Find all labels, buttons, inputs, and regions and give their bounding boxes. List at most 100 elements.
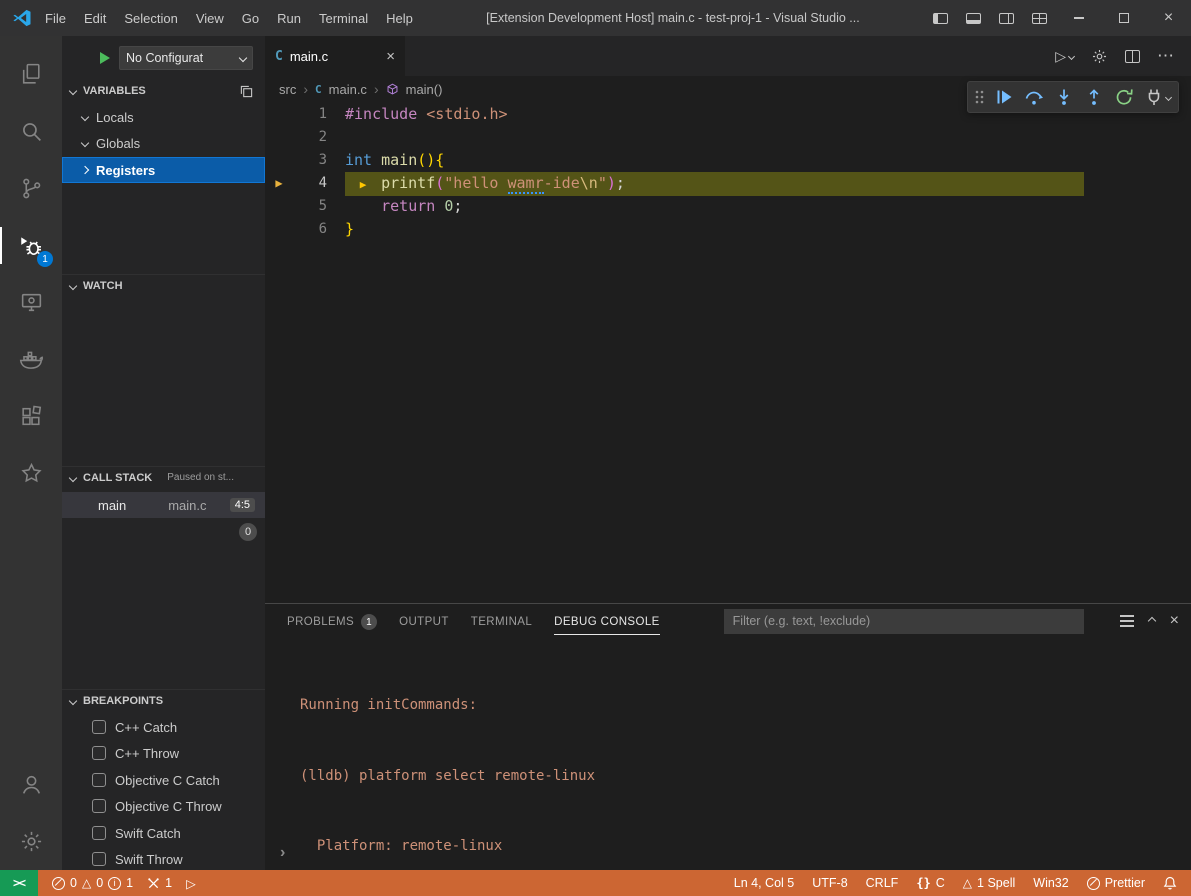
remote-indicator[interactable]: >< [0,870,38,896]
notifications-status[interactable] [1163,876,1177,890]
menu-go[interactable]: Go [233,7,268,30]
platform-status[interactable]: Win32 [1033,876,1068,890]
step-over-button[interactable] [1024,87,1044,107]
code-line-2[interactable]: 2 [265,126,1191,149]
breadcrumb-file[interactable]: main.c [329,82,367,97]
inline-breakpoint-icon[interactable]: ▶ [354,173,372,196]
close-window-button[interactable]: × [1146,0,1191,36]
code-line-4-current[interactable]: ▶ 4 ▶ printf("hello wamr-ide\n"); [265,172,1191,195]
editor-settings-gear-icon[interactable] [1091,48,1108,65]
language-mode-status[interactable]: {} C [916,876,944,890]
console-filter-input[interactable] [724,609,1084,634]
activity-accounts-button[interactable] [0,756,62,813]
encoding-status[interactable]: UTF-8 [812,876,847,890]
customize-layout-button[interactable] [1023,0,1056,36]
step-into-button[interactable] [1054,87,1074,107]
breakpoint-swift-throw[interactable]: Swift Throw [62,846,265,870]
variables-section-header[interactable]: VARIABLES [62,80,265,102]
activity-source-control-button[interactable] [0,160,62,217]
checkbox[interactable] [92,746,106,760]
spell-checker-status[interactable]: △ 1 Spell [963,876,1015,890]
debug-console-output[interactable]: Running initCommands: (lldb) platform se… [265,638,1191,896]
breakpoint-margin[interactable] [265,195,293,218]
formatter-status[interactable]: Prettier [1087,876,1145,890]
checkbox[interactable] [92,826,106,840]
menu-terminal[interactable]: Terminal [310,7,377,30]
code-line-3[interactable]: 3 int main(){ [265,149,1191,172]
step-out-button[interactable] [1084,87,1104,107]
checkbox[interactable] [92,852,106,866]
split-editor-icon[interactable] [1125,50,1140,63]
activity-docker-button[interactable] [0,331,62,388]
start-debug-icon[interactable] [100,52,110,64]
minimize-button[interactable] [1056,0,1101,36]
toggle-panel-button[interactable] [957,0,990,36]
breakpoint-margin[interactable] [265,103,293,126]
activity-extensions-button[interactable] [0,388,62,445]
continue-button[interactable] [994,87,1014,107]
breakpoint-margin[interactable] [265,218,293,241]
breakpoint-swift-catch[interactable]: Swift Catch [62,820,265,846]
maximize-panel-icon[interactable] [1147,617,1155,625]
breadcrumb-folder[interactable]: src [279,82,296,97]
launch-configuration-select[interactable]: No Configurat [119,46,253,70]
console-prompt-icon[interactable]: › [280,844,285,862]
variables-scope-locals[interactable]: Locals [62,104,265,130]
tab-debug-console[interactable]: DEBUG CONSOLE [554,607,660,635]
menu-file[interactable]: File [36,7,75,30]
breadcrumb-symbol[interactable]: main() [406,82,443,97]
more-actions-icon[interactable]: ⋯ [1157,46,1175,66]
menu-edit[interactable]: Edit [75,7,115,30]
checkbox[interactable] [92,799,106,813]
checkbox[interactable] [92,720,106,734]
code-line-5[interactable]: 5 return 0; [265,195,1191,218]
menu-view[interactable]: View [187,7,233,30]
breakpoint-objc-catch[interactable]: Objective C Catch [62,767,265,793]
activity-settings-button[interactable] [0,813,62,870]
breakpoint-objc-throw[interactable]: Objective C Throw [62,793,265,819]
cursor-position-status[interactable]: Ln 4, Col 5 [734,876,794,890]
collapse-all-icon[interactable] [240,85,253,98]
tab-output[interactable]: OUTPUT [399,607,449,635]
code-editor[interactable]: 1 #include <stdio.h> 2 3 int main(){ ▶ 4… [265,102,1191,241]
tab-problems[interactable]: PROBLEMS 1 [287,605,377,637]
close-panel-icon[interactable]: × [1170,612,1179,630]
tab-terminal[interactable]: TERMINAL [471,607,532,635]
tab-main-c[interactable]: C main.c × [265,36,405,76]
ports-status[interactable]: 1 [147,876,172,890]
language-label: C [936,876,945,890]
checkbox[interactable] [92,773,106,787]
eol-status[interactable]: CRLF [866,876,899,890]
code-line-6[interactable]: 6 } [265,218,1191,241]
activity-explorer-button[interactable] [0,46,62,103]
breakpoint-margin[interactable] [265,126,293,149]
breakpoint-cpp-throw[interactable]: C++ Throw [62,740,265,766]
breakpoint-cpp-catch[interactable]: C++ Catch [62,714,265,740]
output-options-icon[interactable] [1120,615,1134,617]
close-tab-icon[interactable]: × [386,49,395,64]
toggle-secondary-sidebar-button[interactable] [990,0,1023,36]
activity-run-debug-button[interactable]: 1 [0,217,62,274]
call-stack-section-header[interactable]: CALL STACK Paused on st... [62,466,265,488]
menu-help[interactable]: Help [377,7,422,30]
breakpoint-margin[interactable]: ▶ [265,172,293,195]
breakpoint-margin[interactable] [265,149,293,172]
watch-section-header[interactable]: WATCH [62,274,265,296]
activity-favorites-button[interactable] [0,445,62,502]
call-stack-frame-main[interactable]: main main.c 4:5 [62,492,265,518]
maximize-button[interactable] [1101,0,1146,36]
disconnect-button[interactable] [1144,87,1171,107]
toggle-sidebar-button[interactable] [924,0,957,36]
variables-scope-globals[interactable]: Globals [62,130,265,156]
debug-status[interactable]: ▷ [186,876,196,891]
variables-scope-registers[interactable]: Registers [62,157,265,183]
menu-run[interactable]: Run [268,7,310,30]
run-file-button[interactable]: ▷ [1055,48,1074,65]
activity-remote-explorer-button[interactable] [0,274,62,331]
menu-selection[interactable]: Selection [115,7,186,30]
problems-status[interactable]: 0 △ 0 1 [52,876,133,890]
activity-search-button[interactable] [0,103,62,160]
restart-button[interactable] [1114,87,1134,107]
breakpoints-section-header[interactable]: BREAKPOINTS [62,689,265,711]
toolbar-drag-handle[interactable] [975,89,984,105]
